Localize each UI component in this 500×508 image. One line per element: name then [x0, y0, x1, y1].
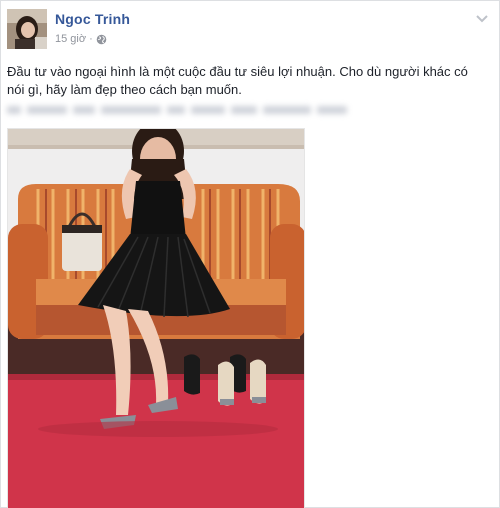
post-meta: 15 giờ ·	[55, 33, 107, 45]
timestamp[interactable]: 15 giờ	[55, 33, 86, 45]
facebook-post: Ngoc Trinh 15 giờ · Đầu tư vào ngoại hìn…	[0, 0, 500, 508]
avatar[interactable]	[7, 9, 47, 49]
meta-separator: ·	[89, 33, 93, 45]
author-name[interactable]: Ngoc Trinh	[55, 11, 130, 27]
globe-icon[interactable]	[96, 34, 107, 45]
blurred-text	[7, 101, 367, 117]
post-text: Đầu tư vào ngoại hình là một cuộc đầu tư…	[7, 64, 468, 97]
chevron-down-icon[interactable]	[475, 11, 489, 23]
post-photo[interactable]	[7, 128, 305, 508]
